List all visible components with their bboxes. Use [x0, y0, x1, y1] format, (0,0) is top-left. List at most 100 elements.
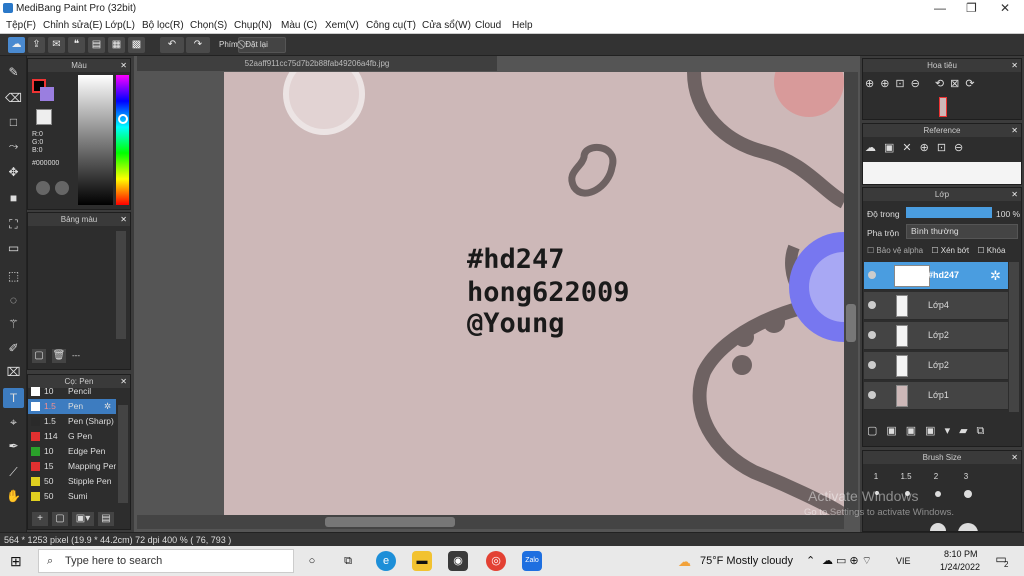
close-icon[interactable]: ✕	[1011, 451, 1018, 464]
layer-row[interactable]: Lớp2	[864, 352, 1008, 380]
brush-menu-icon[interactable]: ▣▾	[72, 512, 94, 526]
comment-icon[interactable]: ✉	[48, 37, 65, 53]
tray-chevron-icon[interactable]: ⌃	[806, 554, 815, 567]
brush-item[interactable]: 50 Stipple Pen	[28, 474, 116, 489]
layer-scrollbar[interactable]	[1009, 262, 1019, 412]
gear-icon[interactable]: ✲	[990, 268, 1001, 284]
clipping-checkbox[interactable]: ☐ Xén bớt	[931, 246, 969, 255]
visibility-eye-icon[interactable]	[868, 361, 876, 369]
clock-date[interactable]: 1/24/2022	[940, 562, 980, 572]
navigator-tools[interactable]: ⊕⊕⊡⊖ ⟲⊠⟳	[865, 77, 1021, 93]
chat-icon[interactable]: ❝	[68, 37, 85, 53]
bucket-tool-icon[interactable]: ⛶	[3, 214, 24, 234]
brush-tool-icon[interactable]: ✎	[3, 62, 24, 82]
menu-help[interactable]: Help	[512, 20, 533, 31]
brush-item[interactable]: 50 Sumi	[28, 489, 116, 504]
vertical-scroll-thumb[interactable]	[846, 304, 856, 342]
horizontal-scrollbar[interactable]	[137, 515, 844, 529]
cortana-icon[interactable]: ○	[302, 551, 322, 571]
layer-row[interactable]: #hd247 ✲	[864, 262, 1008, 290]
language-indicator[interactable]: VIE	[896, 556, 911, 566]
menu-view[interactable]: Xem(V)	[325, 20, 359, 31]
palette-scrollbar[interactable]	[116, 231, 126, 339]
minimize-button[interactable]: —	[934, 1, 946, 15]
rect-tool-icon[interactable]: □	[3, 112, 24, 132]
operation-tool-icon[interactable]: ⌖	[3, 412, 24, 432]
hue-handle[interactable]	[118, 114, 128, 124]
brush-dot-3[interactable]	[935, 491, 941, 497]
windows-start-icon[interactable]: ⊞	[10, 553, 26, 569]
blend-mode-select[interactable]: Bình thường	[906, 224, 1018, 239]
visibility-eye-icon[interactable]	[868, 301, 876, 309]
horizontal-scroll-thumb[interactable]	[325, 517, 455, 527]
visibility-eye-icon[interactable]	[868, 331, 876, 339]
layer-row[interactable]: Lớp2	[864, 322, 1008, 350]
menu-tools[interactable]: Công cụ(T)	[366, 20, 416, 31]
redo-icon[interactable]: ↷	[186, 37, 210, 53]
cloud-icon[interactable]: ☁	[8, 37, 25, 53]
page-icon[interactable]: ▢	[52, 512, 68, 526]
undo-icon[interactable]: ↶	[160, 37, 184, 53]
panels-icon[interactable]: ▦	[108, 37, 125, 53]
lasso-tool-icon[interactable]: ◌	[3, 290, 24, 310]
medibang-icon[interactable]: ◉	[448, 551, 468, 571]
gear-icon[interactable]: ✲	[104, 399, 111, 414]
gradient-tool-icon[interactable]: ▭	[3, 238, 24, 258]
visibility-eye-icon[interactable]	[868, 391, 876, 399]
eraser-tool-icon[interactable]: ⌫	[3, 88, 24, 108]
color-history-icon[interactable]	[55, 181, 69, 195]
visibility-eye-icon[interactable]	[868, 271, 876, 279]
canvas-image[interactable]: #hd247 hong622009 @Young	[224, 72, 844, 515]
task-view-icon[interactable]: ⧉	[338, 551, 358, 571]
close-icon[interactable]: ✕	[120, 375, 127, 388]
brush-item[interactable]: 1.5 Pen (Sharp)	[28, 414, 116, 429]
share-icon[interactable]: ⇪	[28, 37, 45, 53]
select-rect-icon[interactable]: ⬚	[3, 266, 24, 286]
restore-button[interactable]: ❐	[966, 1, 977, 15]
select-eraser-icon[interactable]: ⌧	[3, 362, 24, 382]
close-button[interactable]: ✕	[1000, 1, 1010, 15]
brush-dot-4[interactable]	[964, 490, 972, 498]
menu-select[interactable]: Chọn(S)	[190, 20, 227, 31]
edge-icon[interactable]: e	[376, 551, 396, 571]
transparent-color-icon[interactable]	[36, 109, 52, 125]
close-icon[interactable]: ✕	[120, 59, 127, 72]
background-color-swatch[interactable]	[40, 87, 54, 101]
zalo-icon[interactable]: Zalo	[522, 551, 542, 571]
weather-text[interactable]: 75°F Mostly cloudy	[700, 555, 793, 567]
navigator-preview[interactable]	[939, 97, 947, 117]
brush-item[interactable]: 10 Edge Pen	[28, 444, 116, 459]
menu-capture[interactable]: Chụp(N)	[234, 20, 272, 31]
brightness-picker[interactable]	[78, 75, 113, 205]
brush-item[interactable]: 1.5 Pen ✲	[28, 399, 116, 414]
layer-row[interactable]: Lớp4	[864, 292, 1008, 320]
document-tab[interactable]: 52aaff911cc75d7b2b88fab49206a4fb.jpg	[137, 56, 497, 71]
file-explorer-icon[interactable]: ▬	[412, 551, 432, 571]
opacity-slider[interactable]	[906, 207, 992, 218]
curve-tool-icon[interactable]: ⤳	[3, 136, 24, 156]
page-icon[interactable]: ▤	[88, 37, 105, 53]
menu-edit[interactable]: Chỉnh sửa(E)	[43, 20, 103, 31]
vertical-scrollbar[interactable]	[844, 72, 858, 515]
hand-tool-icon[interactable]: ✋	[3, 486, 24, 506]
layer-actions[interactable]: ▢▣▣▣▾▰⧉	[867, 424, 1017, 440]
close-icon[interactable]: ✕	[1011, 59, 1018, 72]
eyedropper-icon[interactable]: ✒	[3, 436, 24, 456]
menu-file[interactable]: Tệp(F)	[6, 20, 36, 31]
close-icon[interactable]: ✕	[1011, 124, 1018, 137]
close-icon[interactable]: ✕	[1011, 188, 1018, 201]
layer-row[interactable]: Lớp1	[864, 382, 1008, 410]
select-pen-icon[interactable]: ✐	[3, 338, 24, 358]
brush-item[interactable]: 114 G Pen	[28, 429, 116, 444]
tray-icons[interactable]: ☁▭⊕⌔	[822, 554, 875, 568]
brush-item[interactable]: 10 Pencil	[28, 384, 116, 399]
move-tool-icon[interactable]: ✥	[3, 162, 24, 182]
menu-filter[interactable]: Bộ lọc(R)	[142, 20, 184, 31]
menu-color[interactable]: Màu (C)	[281, 20, 317, 31]
protect-alpha-checkbox[interactable]: ☐ Bảo vệ alpha	[867, 246, 923, 255]
grid-icon[interactable]: ▩	[128, 37, 145, 53]
brush-scrollbar[interactable]	[118, 405, 128, 503]
taskbar-search[interactable]: ⌕ Type here to search	[38, 549, 294, 573]
reset-button[interactable]: ⃠ Đặt lại	[238, 37, 286, 53]
brush-dot-6[interactable]	[958, 523, 978, 531]
